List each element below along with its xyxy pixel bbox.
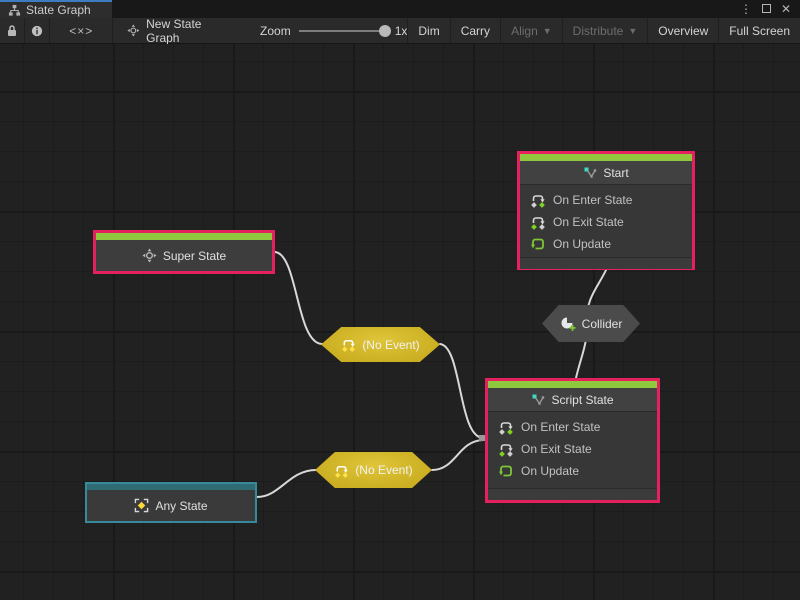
exit-state-icon — [530, 214, 546, 230]
event-on-update[interactable]: On Update — [498, 463, 647, 479]
super-state-icon — [142, 248, 157, 263]
maximize-icon[interactable] — [758, 2, 774, 16]
align-button[interactable]: Align ▼ — [500, 18, 562, 43]
node-script-state-events: On Enter State On Exit State — [488, 412, 657, 484]
close-icon[interactable]: ✕ — [778, 2, 794, 16]
info-button[interactable] — [25, 18, 50, 43]
graph-name-label: New State Graph — [146, 17, 224, 45]
node-super-state[interactable]: Super State — [93, 230, 275, 274]
event-on-exit-state[interactable]: On Exit State — [498, 441, 647, 457]
wire-superstate-to-noevent — [275, 252, 322, 344]
node-any-state-title[interactable]: Any State — [87, 490, 255, 521]
carry-button[interactable]: Carry — [450, 18, 500, 43]
event-on-exit-state[interactable]: On Exit State — [530, 214, 682, 230]
window-controls: ⋮ ✕ — [738, 0, 800, 18]
any-state-icon — [134, 498, 149, 513]
tab-label: State Graph — [26, 3, 91, 17]
event-on-enter-state[interactable]: On Enter State — [530, 192, 682, 208]
wire-noevent-to-scriptstate — [440, 344, 483, 438]
node-script-state[interactable]: Script State On Enter State — [485, 378, 660, 503]
node-script-state-title[interactable]: Script State — [488, 388, 657, 412]
node-start[interactable]: Start On Enter State — [517, 151, 695, 270]
zoom-label: Zoom — [260, 24, 291, 38]
node-start-events: On Enter State On Exit State — [520, 185, 692, 257]
node-no-event-2[interactable]: (No Event) — [315, 452, 432, 488]
event-transition-icon — [334, 463, 349, 478]
node-super-state-title[interactable]: Super State — [96, 240, 272, 271]
state-flow-icon — [583, 166, 597, 180]
zoom-slider[interactable] — [299, 25, 387, 37]
graph-name: New State Graph — [113, 18, 234, 43]
state-header-bar — [488, 381, 657, 388]
state-flow-icon — [531, 393, 545, 407]
zoom-slider-track — [299, 30, 387, 32]
zoom-control: Zoom 1x — [234, 18, 407, 43]
state-graph-window: State Graph ⋮ ✕ <×> — [0, 0, 800, 600]
node-footer — [488, 488, 657, 500]
enter-state-icon — [530, 192, 546, 208]
zoom-value: 1x — [395, 24, 408, 38]
event-on-update[interactable]: On Update — [530, 236, 682, 252]
dim-button[interactable]: Dim — [407, 18, 449, 43]
chevron-down-icon: ▼ — [628, 26, 637, 36]
tab-state-graph[interactable]: State Graph — [0, 0, 112, 18]
node-footer — [520, 257, 692, 269]
lock-button[interactable] — [0, 18, 25, 43]
node-start-title[interactable]: Start — [520, 161, 692, 185]
update-loop-icon — [498, 463, 514, 479]
graph-hierarchy-icon — [8, 4, 21, 17]
state-header-bar — [520, 154, 692, 161]
enter-state-icon — [498, 419, 514, 435]
node-any-state[interactable]: Any State — [85, 482, 257, 523]
zoom-slider-knob[interactable] — [379, 25, 391, 37]
window-menu-icon[interactable]: ⋮ — [738, 2, 754, 16]
graph-compass-icon — [127, 23, 140, 38]
collider-icon — [560, 316, 576, 332]
state-header-bar — [96, 233, 272, 240]
wire-noevent2-to-scriptstate — [432, 440, 483, 470]
overview-button[interactable]: Overview — [647, 18, 718, 43]
graph-toolbar: <×> New State Graph Zoom 1x Dim — [0, 18, 800, 44]
title-bar: State Graph ⋮ ✕ — [0, 0, 800, 18]
graph-canvas[interactable]: Start On Enter State — [0, 44, 800, 600]
chevron-down-icon: ▼ — [543, 26, 552, 36]
node-no-event-1[interactable]: (No Event) — [321, 327, 440, 362]
wire-anystate-to-noevent — [257, 470, 316, 497]
toolbar-right-group: Dim Carry Align ▼ Distribute ▼ Overview … — [407, 18, 800, 43]
lock-icon — [6, 24, 18, 37]
code-view-button[interactable]: <×> — [50, 18, 113, 43]
distribute-button[interactable]: Distribute ▼ — [562, 18, 648, 43]
exit-state-icon — [498, 441, 514, 457]
event-transition-icon — [341, 337, 356, 352]
fullscreen-button[interactable]: Full Screen — [718, 18, 800, 43]
node-collider[interactable]: Collider — [542, 305, 640, 342]
event-on-enter-state[interactable]: On Enter State — [498, 419, 647, 435]
update-loop-icon — [530, 236, 546, 252]
info-icon — [31, 24, 43, 38]
